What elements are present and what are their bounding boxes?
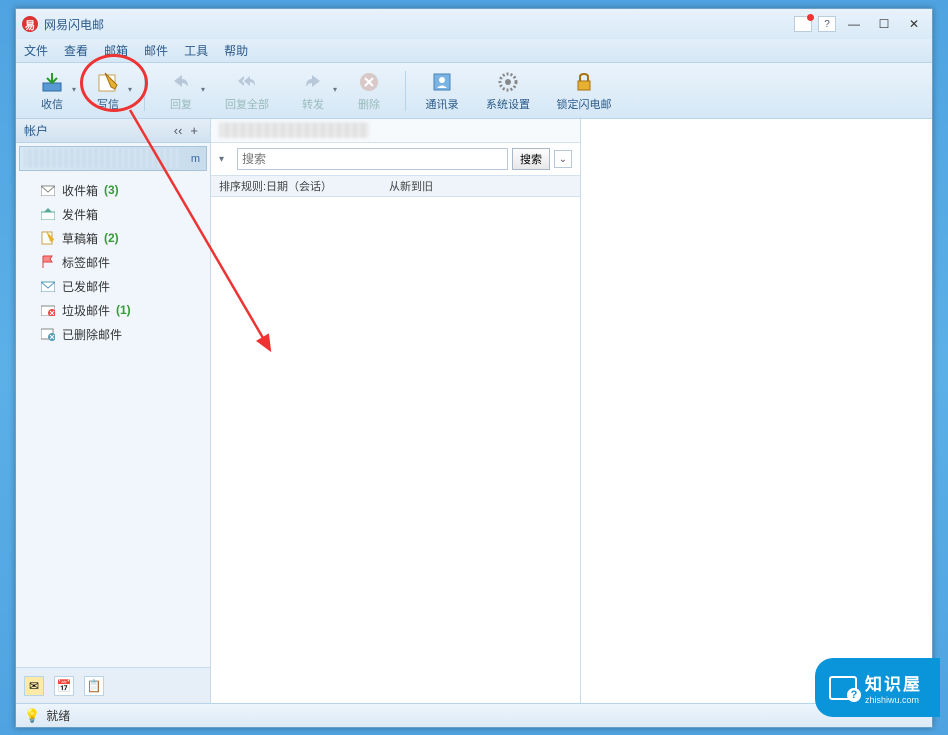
- sidebar-tab-header: 帐户 ‹‹ +: [16, 119, 210, 143]
- spam-icon: [40, 302, 56, 318]
- inbox-icon: [40, 182, 56, 198]
- header-redacted: [219, 122, 369, 138]
- close-button[interactable]: ✕: [902, 15, 926, 33]
- sidebar: 帐户 ‹‹ + m 收件箱 (3) 发件箱: [16, 119, 211, 703]
- trash-icon: [40, 326, 56, 342]
- toolbar: 收信 ▾ 写信 ▾ 回复 ▾ 回复全部 转: [16, 63, 932, 119]
- folder-sent[interactable]: 已发邮件: [16, 274, 210, 298]
- sidebar-tab-label[interactable]: 帐户: [24, 122, 48, 139]
- menu-view[interactable]: 查看: [64, 42, 88, 59]
- statusbar: 💡 就绪: [16, 703, 932, 727]
- minimize-button[interactable]: —: [842, 15, 866, 33]
- sent-icon: [40, 278, 56, 294]
- account-redacted: [24, 149, 182, 168]
- sort-rule-label: 排序规则:日期（会话）: [219, 178, 389, 194]
- window-title: 网易闪电邮: [44, 16, 794, 33]
- draft-icon: [40, 230, 56, 246]
- calendar-view-icon[interactable]: 📅: [54, 676, 74, 696]
- forward-icon: [301, 70, 325, 94]
- receive-icon: [40, 70, 64, 94]
- folder-list: 收件箱 (3) 发件箱 草稿箱 (2) 标签邮件: [16, 174, 210, 667]
- menu-help[interactable]: 帮助: [224, 42, 248, 59]
- folder-drafts[interactable]: 草稿箱 (2): [16, 226, 210, 250]
- reply-all-icon: [235, 70, 259, 94]
- settings-button[interactable]: 系统设置: [470, 67, 546, 115]
- mail-list-empty: [211, 197, 580, 703]
- search-button[interactable]: 搜索: [512, 148, 550, 170]
- reply-icon: [169, 70, 193, 94]
- chevron-down-icon: ▾: [333, 85, 337, 94]
- flag-icon: [40, 254, 56, 270]
- maximize-button[interactable]: ☐: [872, 15, 896, 33]
- compose-button[interactable]: 写信 ▾: [80, 67, 136, 115]
- menu-tools[interactable]: 工具: [184, 42, 208, 59]
- titlebar: 易 网易闪电邮 ? — ☐ ✕: [16, 9, 932, 39]
- delete-icon: [357, 70, 381, 94]
- watermark-icon: [829, 676, 857, 700]
- notification-icon[interactable]: [794, 16, 812, 32]
- folder-inbox[interactable]: 收件箱 (3): [16, 178, 210, 202]
- titlebar-controls: ? — ☐ ✕: [794, 15, 926, 33]
- folder-tagged[interactable]: 标签邮件: [16, 250, 210, 274]
- forward-button[interactable]: 转发 ▾: [285, 67, 341, 115]
- help-icon[interactable]: ?: [818, 16, 836, 32]
- sidebar-add-button[interactable]: +: [186, 123, 202, 138]
- app-window: 易 网易闪电邮 ? — ☐ ✕ 文件 查看 邮箱 邮件 工具 帮助 收信 ▾: [15, 8, 933, 728]
- toolbar-separator: [405, 71, 406, 111]
- lock-icon: [572, 70, 596, 94]
- message-list-pane: ▾ 搜索 ⌄ 排序规则:日期（会话） 从新到旧: [211, 119, 581, 703]
- reply-button[interactable]: 回复 ▾: [153, 67, 209, 115]
- expand-search-button[interactable]: ⌄: [554, 150, 572, 168]
- chevron-down-icon: ▾: [128, 85, 132, 94]
- outbox-icon: [40, 206, 56, 222]
- bulb-icon: 💡: [24, 708, 40, 724]
- folder-outbox[interactable]: 发件箱: [16, 202, 210, 226]
- search-bar: ▾ 搜索 ⌄: [211, 143, 580, 175]
- account-selector[interactable]: m: [19, 146, 207, 171]
- chevron-down-icon: ▾: [72, 85, 76, 94]
- menu-file[interactable]: 文件: [24, 42, 48, 59]
- toolbar-separator: [144, 71, 145, 111]
- status-text: 就绪: [46, 707, 70, 724]
- sort-order-label: 从新到旧: [389, 178, 433, 194]
- reply-all-button[interactable]: 回复全部: [209, 67, 285, 115]
- contacts-icon: [430, 70, 454, 94]
- gear-icon: [496, 70, 520, 94]
- sidebar-bottom-bar: ✉ 📅 📋: [16, 667, 210, 703]
- sidebar-prev-button[interactable]: ‹‹: [170, 123, 187, 138]
- sort-header[interactable]: 排序规则:日期（会话） 从新到旧: [211, 175, 580, 197]
- menu-mail[interactable]: 邮件: [144, 42, 168, 59]
- reading-pane: [581, 119, 932, 703]
- mail-view-icon[interactable]: ✉: [24, 676, 44, 696]
- watermark: 知识屋 zhishiwu.com: [815, 658, 940, 717]
- search-dropdown-trigger[interactable]: ▾: [219, 154, 233, 165]
- chevron-down-icon: ▾: [201, 85, 205, 94]
- delete-button[interactable]: 删除: [341, 67, 397, 115]
- notes-view-icon[interactable]: 📋: [84, 676, 104, 696]
- compose-icon: [96, 70, 120, 94]
- app-icon: 易: [22, 16, 38, 32]
- folder-spam[interactable]: 垃圾邮件 (1): [16, 298, 210, 322]
- main-body: 帐户 ‹‹ + m 收件箱 (3) 发件箱: [16, 119, 932, 703]
- list-header: [211, 119, 580, 143]
- menu-mailbox[interactable]: 邮箱: [104, 42, 128, 59]
- search-input[interactable]: [237, 148, 508, 170]
- lock-button[interactable]: 锁定闪电邮: [546, 67, 622, 115]
- folder-trash[interactable]: 已删除邮件: [16, 322, 210, 346]
- receive-button[interactable]: 收信 ▾: [24, 67, 80, 115]
- menubar: 文件 查看 邮箱 邮件 工具 帮助: [16, 39, 932, 63]
- contacts-button[interactable]: 通讯录: [414, 67, 470, 115]
